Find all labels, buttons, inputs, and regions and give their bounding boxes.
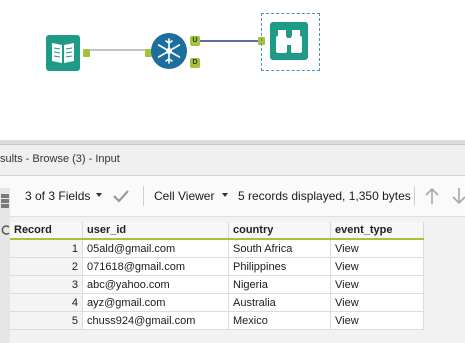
- column-header-event-type[interactable]: event_type: [330, 222, 424, 240]
- toolbar-divider: [414, 186, 415, 206]
- record-number: 3: [10, 275, 83, 294]
- cell-viewer-dropdown[interactable]: Cell Viewer: [154, 189, 214, 203]
- workflow-canvas[interactable]: U D: [0, 0, 465, 140]
- table-row[interactable]: 4 ayz@gmail.com Australia View: [10, 293, 424, 312]
- record-number: 4: [10, 293, 83, 312]
- formula-tool[interactable]: [151, 33, 187, 69]
- checkmark-icon[interactable]: [112, 188, 130, 204]
- toolbar-divider: [143, 186, 144, 206]
- cell-event-type[interactable]: View: [330, 275, 424, 294]
- cell-event-type[interactable]: View: [330, 239, 424, 258]
- snowflake-icon: [157, 38, 181, 64]
- table-row[interactable]: 2 071618@gmail.com Philippines View: [10, 257, 424, 276]
- cell-user-id[interactable]: ayz@gmail.com: [82, 293, 229, 312]
- binoculars-icon: [276, 30, 302, 53]
- chevron-down-icon[interactable]: [96, 193, 102, 197]
- side-panel-strip[interactable]: [0, 188, 10, 343]
- cell-event-type[interactable]: View: [330, 257, 424, 276]
- cell-country[interactable]: Philippines: [228, 257, 331, 276]
- record-number: 5: [10, 311, 83, 330]
- table-row[interactable]: 5 chuss924@gmail.com Mexico View: [10, 311, 424, 330]
- cell-user-id[interactable]: chuss924@gmail.com: [82, 311, 229, 330]
- true-output-anchor[interactable]: U: [190, 36, 200, 46]
- cell-country[interactable]: Nigeria: [228, 275, 331, 294]
- table-header-row: Record user_id country event_type: [10, 222, 424, 240]
- connection-line: [200, 40, 262, 42]
- false-output-anchor[interactable]: D: [190, 58, 200, 68]
- cell-user-id[interactable]: abc@yahoo.com: [82, 275, 229, 294]
- cell-event-type[interactable]: View: [330, 293, 424, 312]
- results-table: Record user_id country event_type 1 05al…: [10, 222, 424, 330]
- cell-country[interactable]: Mexico: [228, 311, 331, 330]
- fields-selector[interactable]: 3 of 3 Fields: [25, 189, 90, 203]
- cell-user-id[interactable]: 071618@gmail.com: [82, 257, 229, 276]
- results-toolbar: 3 of 3 Fields Cell Viewer 5 records disp…: [0, 176, 465, 217]
- column-header-country[interactable]: country: [228, 222, 331, 240]
- arrow-down-icon[interactable]: [452, 186, 465, 206]
- results-title-bar: sults - Browse (3) - Input: [0, 145, 465, 176]
- results-window: sults - Browse (3) - Input 3 of 3 Fields…: [0, 140, 465, 343]
- refresh-icon[interactable]: [0, 224, 10, 236]
- connection-line: [90, 49, 152, 51]
- column-header-user-id[interactable]: user_id: [82, 222, 229, 240]
- browse-tool[interactable]: [270, 22, 308, 60]
- grid-icon[interactable]: [1, 194, 9, 208]
- input-data-tool[interactable]: [46, 35, 80, 71]
- table-row[interactable]: 1 05ald@gmail.com South Africa View: [10, 239, 424, 258]
- column-header-record[interactable]: Record: [10, 222, 83, 240]
- cell-country[interactable]: South Africa: [228, 239, 331, 258]
- cell-event-type[interactable]: View: [330, 311, 424, 330]
- book-icon: [52, 43, 74, 63]
- cell-user-id[interactable]: 05ald@gmail.com: [82, 239, 229, 258]
- chevron-down-icon[interactable]: [222, 193, 228, 197]
- output-anchor[interactable]: [83, 49, 90, 57]
- table-row[interactable]: 3 abc@yahoo.com Nigeria View: [10, 275, 424, 294]
- results-title: sults - Browse (3) - Input: [0, 153, 120, 165]
- record-status: 5 records displayed, 1,350 bytes: [238, 189, 411, 203]
- arrow-up-icon[interactable]: [424, 186, 440, 206]
- record-number: 1: [10, 239, 83, 258]
- record-number: 2: [10, 257, 83, 276]
- cell-country[interactable]: Australia: [228, 293, 331, 312]
